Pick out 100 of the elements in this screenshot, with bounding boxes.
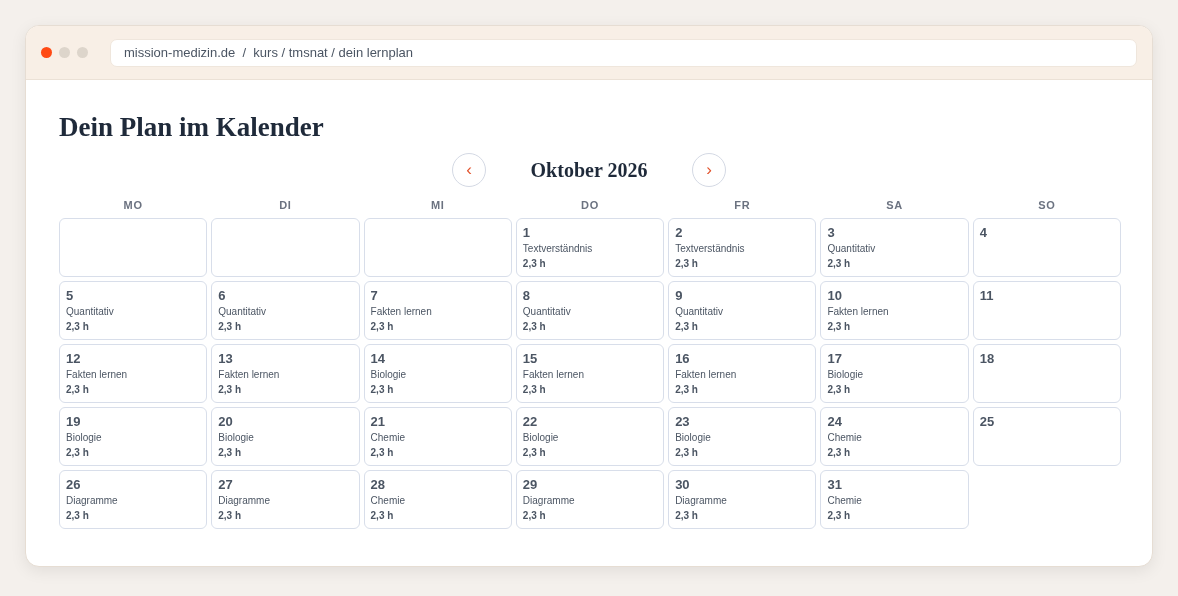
day-cell[interactable]: 31 Chemie 2,3 h: [820, 470, 969, 529]
study-topic: Chemie: [827, 431, 862, 444]
study-topic: Fakten lernen: [370, 305, 432, 318]
day-number: 15: [522, 351, 538, 367]
day-cell[interactable]: 4: [972, 218, 1121, 277]
study-hours: 2,3 h: [675, 257, 698, 270]
study-topic: Fakten lernen: [66, 368, 128, 381]
day-cell[interactable]: 23 Biologie 2,3 h: [668, 407, 817, 466]
study-hours: 2,3 h: [522, 383, 546, 396]
day-cell[interactable]: 5 Quantitativ 2,3 h: [59, 281, 208, 340]
day-cell[interactable]: 10 Fakten lernen 2,3 h: [820, 281, 969, 340]
day-cell[interactable]: 20 Biologie 2,3 h: [211, 407, 360, 466]
study-topic: Biologie: [675, 431, 711, 444]
day-cell[interactable]: 26 Diagramme 2,3 h: [59, 470, 208, 529]
study-hours: 2,3 h: [218, 320, 242, 333]
day-cell[interactable]: 18: [972, 344, 1121, 403]
day-number: 28: [370, 477, 386, 493]
weekday-label: SO: [1038, 198, 1056, 212]
previous-month-button[interactable]: ‹: [452, 153, 486, 187]
day-cell[interactable]: 30 Diagramme 2,3 h: [668, 470, 817, 529]
day-number: 1: [522, 225, 531, 241]
day-number: 6: [218, 288, 226, 304]
study-hours: 2,3 h: [218, 383, 242, 396]
study-hours: 2,3 h: [522, 446, 546, 459]
day-cell[interactable]: 16 Fakten lernen 2,3 h: [668, 344, 817, 403]
study-hours: 2,3 h: [522, 320, 546, 333]
day-number: 20: [218, 414, 233, 430]
day-number: 31: [827, 477, 842, 493]
study-topic: Diagramme: [66, 494, 118, 507]
day-cell[interactable]: 27 Diagramme 2,3 h: [211, 470, 360, 529]
day-cell[interactable]: 13 Fakten lernen 2,3 h: [211, 344, 360, 403]
study-hours: 2,3 h: [218, 509, 242, 522]
day-number: 27: [218, 477, 233, 493]
address-bar[interactable]: mission-medizin.de / kurs / tmsnat / dein lernplan: [110, 38, 1137, 67]
day-cell[interactable]: 28 Chemie 2,3 h: [363, 470, 512, 529]
day-number: 2: [675, 225, 683, 241]
study-topic: Textverständnis: [675, 242, 745, 255]
day-cell[interactable]: 9 Quantitativ 2,3 h: [668, 281, 817, 340]
day-number: 22: [522, 414, 538, 430]
day-number: 18: [979, 351, 995, 367]
day-cell[interactable]: 21 Chemie 2,3 h: [363, 407, 512, 466]
day-number: 14: [370, 351, 386, 367]
study-topic: Biologie: [218, 431, 254, 444]
study-hours: 2,3 h: [66, 383, 89, 396]
weekday-label: MO: [123, 198, 143, 212]
day-cell[interactable]: 17 Biologie 2,3 h: [820, 344, 969, 403]
study-hours: 2,3 h: [66, 509, 89, 522]
day-cell[interactable]: 6 Quantitativ 2,3 h: [211, 281, 360, 340]
day-number: 17: [827, 351, 842, 367]
day-cell[interactable]: 8 Quantitativ 2,3 h: [515, 281, 665, 340]
study-hours: 2,3 h: [370, 320, 394, 333]
day-cell[interactable]: 1 Textverständnis 2,3 h: [515, 218, 665, 277]
study-hours: 2,3 h: [370, 446, 394, 459]
day-cell[interactable]: 25: [972, 407, 1121, 466]
day-cell[interactable]: 7 Fakten lernen 2,3 h: [363, 281, 512, 340]
day-cell[interactable]: 2 Textverständnis 2,3 h: [668, 218, 817, 277]
day-number: 4: [979, 225, 987, 241]
study-hours: 2,3 h: [827, 257, 851, 270]
day-number: 29: [522, 477, 538, 493]
study-topic: Biologie: [66, 431, 102, 444]
study-topic: Quantitativ: [66, 305, 114, 318]
day-cell[interactable]: 15 Fakten lernen 2,3 h: [515, 344, 665, 403]
day-cell[interactable]: 29 Diagramme 2,3 h: [515, 470, 665, 529]
day-number: 21: [370, 414, 386, 430]
day-cell[interactable]: 24 Chemie 2,3 h: [820, 407, 969, 466]
study-topic: Biologie: [827, 368, 863, 381]
day-cell[interactable]: 3 Quantitativ 2,3 h: [820, 218, 969, 277]
day-number: 13: [218, 351, 233, 367]
day-number: 7: [370, 288, 378, 304]
day-number: 3: [827, 225, 835, 241]
day-number: 23: [675, 414, 690, 430]
day-number: 10: [827, 288, 842, 304]
day-cell[interactable]: 14 Biologie 2,3 h: [363, 344, 512, 403]
study-hours: 2,3 h: [675, 509, 698, 522]
day-number: 16: [675, 351, 690, 367]
weekday-label: SA: [886, 198, 903, 212]
study-topic: Diagramme: [522, 494, 575, 507]
page-title: Dein Plan im Kalender: [59, 111, 324, 144]
weekday-label: DO: [581, 198, 599, 212]
study-topic: Fakten lernen: [675, 368, 737, 381]
day-cell[interactable]: 22 Biologie 2,3 h: [515, 407, 665, 466]
day-cell[interactable]: 11: [972, 281, 1121, 340]
study-hours: 2,3 h: [66, 320, 89, 333]
study-topic: Textverständnis: [522, 242, 593, 255]
study-topic: Chemie: [370, 494, 406, 507]
study-topic: Quantitativ: [827, 242, 876, 255]
study-topic: Quantitativ: [675, 305, 723, 318]
study-hours: 2,3 h: [675, 383, 698, 396]
study-hours: 2,3 h: [827, 446, 851, 459]
day-number: 9: [675, 288, 683, 304]
study-hours: 2,3 h: [675, 320, 698, 333]
study-hours: 2,3 h: [827, 383, 851, 396]
study-topic: Chemie: [827, 494, 862, 507]
day-cell[interactable]: 19 Biologie 2,3 h: [59, 407, 208, 466]
weekday-label: FR: [734, 198, 751, 212]
study-hours: 2,3 h: [522, 257, 546, 270]
day-number: 30: [675, 477, 690, 493]
day-cell[interactable]: 12 Fakten lernen 2,3 h: [59, 344, 208, 403]
study-hours: 2,3 h: [370, 383, 394, 396]
next-month-button[interactable]: ›: [692, 153, 726, 187]
